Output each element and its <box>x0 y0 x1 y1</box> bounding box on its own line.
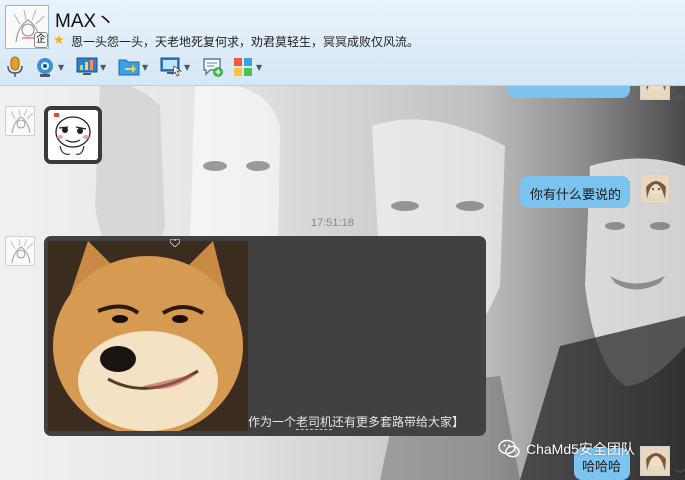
add-chat-icon <box>202 56 224 78</box>
chat-header: 企 MAX丶 ★ 恩一头怨一头，天老地死复何求，劝君莫轻生，冥冥成败仅风流。 ▼… <box>0 0 685 86</box>
screen-share-icon <box>76 56 98 78</box>
watermark-text: ChaMd5安全团队 <box>526 441 635 457</box>
video-call-button[interactable]: ▼ <box>34 54 68 80</box>
sticker-message[interactable] <box>44 106 102 164</box>
contact-name[interactable]: MAX丶 <box>55 6 115 33</box>
chevron-down-icon[interactable]: ▼ <box>58 63 68 72</box>
wechat-icon <box>498 439 520 458</box>
contact-avatar-small[interactable] <box>5 236 35 266</box>
wechat-watermark: ChaMd5安全团队 <box>498 439 635 459</box>
scroll-down-icon[interactable]: ﹀ <box>675 466 685 480</box>
outgoing-message-bubble[interactable]: 你有什么要说的 <box>520 176 630 208</box>
send-file-button[interactable]: ▼ <box>118 54 152 80</box>
chevron-down-icon[interactable]: ▼ <box>100 63 110 72</box>
remote-desktop-icon <box>160 56 182 78</box>
app-center-button[interactable]: ▼ <box>232 54 266 80</box>
chevron-down-icon[interactable]: ▼ <box>184 63 194 72</box>
apps-icon <box>232 56 254 78</box>
screen-share-button[interactable]: ▼ <box>76 54 110 80</box>
message-timestamp: 17:51:18 <box>311 217 354 229</box>
chat-toolbar: ▼ ▼ ▼ ▼ ▼ <box>4 54 274 80</box>
outgoing-message-bubble[interactable] <box>508 86 630 98</box>
shiba-dog-image[interactable] <box>48 241 248 431</box>
file-transfer-icon <box>118 56 140 78</box>
heart-icon <box>170 239 180 247</box>
message-text: 你有什么要说的 <box>530 188 622 203</box>
image-caption: 作为一个老司机还有更多套路带给大家】 <box>248 415 465 430</box>
star-icon: ★ <box>53 33 65 48</box>
my-avatar[interactable] <box>640 86 670 100</box>
my-avatar[interactable] <box>640 174 670 204</box>
microphone-icon <box>4 56 26 78</box>
webcam-icon <box>34 56 56 78</box>
start-group-chat-button[interactable] <box>202 54 224 80</box>
contact-signature: 恩一头怨一头，天老地死复何求，劝君莫轻生，冥冥成败仅风流。 <box>71 35 420 49</box>
chevron-down-icon[interactable]: ▼ <box>256 63 266 72</box>
contact-avatar-small[interactable] <box>5 106 35 136</box>
scroll-up-icon[interactable]: ︿ <box>675 86 685 101</box>
remote-assist-button[interactable]: ▼ <box>160 54 194 80</box>
enterprise-badge: 企 <box>34 32 48 48</box>
message-area[interactable]: ︿ 你有什么要说的 17:51:18 作为一个老司机还有更多套路带给大家】 哈哈… <box>0 86 685 480</box>
chevron-down-icon[interactable]: ▼ <box>142 63 152 72</box>
caption-underlined-word: 老司机 <box>296 415 333 430</box>
image-message-card[interactable]: 作为一个老司机还有更多套路带给大家】 <box>44 236 486 436</box>
my-avatar[interactable] <box>640 446 670 476</box>
voice-call-button[interactable] <box>4 54 26 80</box>
